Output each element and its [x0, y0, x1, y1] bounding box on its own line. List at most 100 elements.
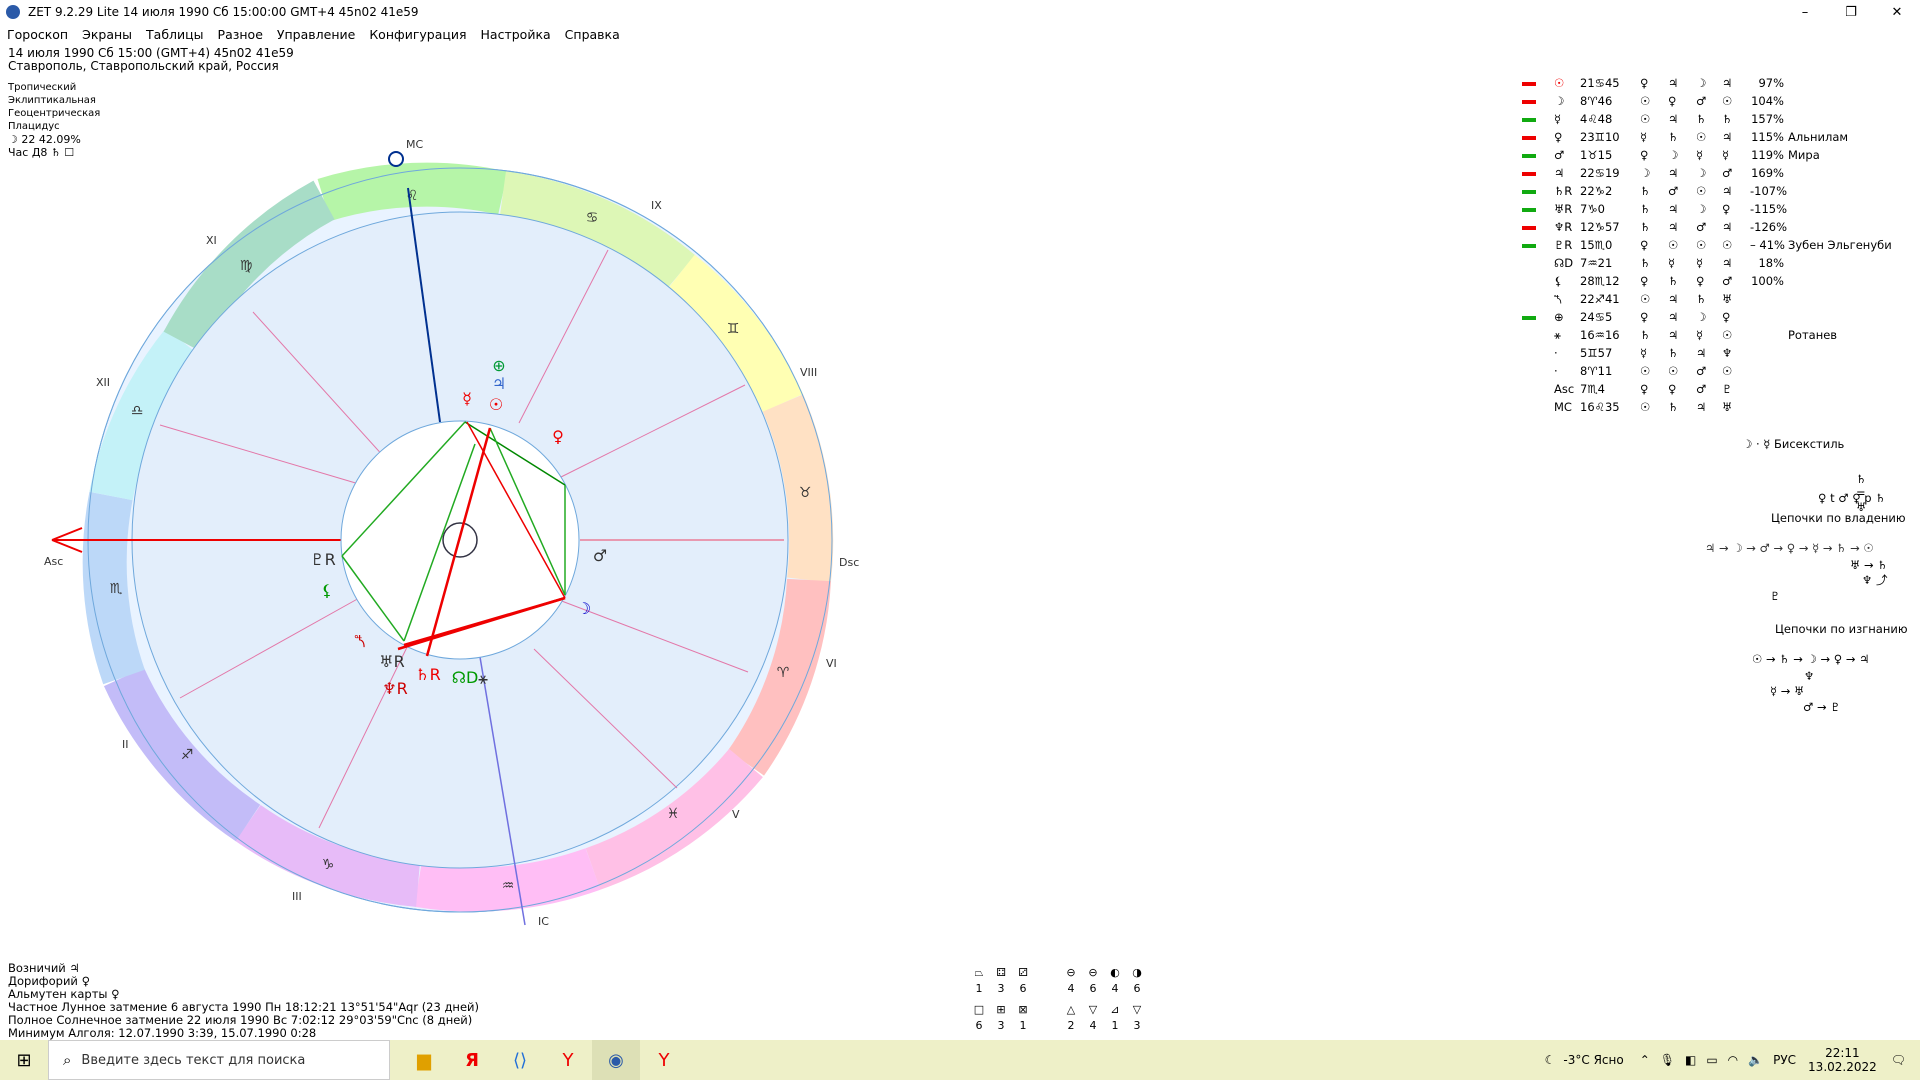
wifi-icon[interactable]: ◠: [1728, 1053, 1738, 1067]
planet-strength: 18%: [1758, 256, 1784, 270]
yandex-browser-2-icon[interactable]: Y: [640, 1040, 688, 1080]
planet-glyph: ⯲: [1554, 292, 1562, 306]
planet-glyph: ♆R: [1554, 220, 1573, 234]
chevron-up-icon[interactable]: ⌃: [1640, 1053, 1650, 1067]
ruler-2: ♀: [1668, 382, 1677, 396]
sign-libra: ♎: [131, 403, 144, 419]
ruler-1: ♄: [1640, 328, 1651, 342]
label-house-12: XII: [96, 376, 110, 389]
sign-capricorn: ♑: [322, 857, 335, 873]
strength-bar: [1522, 82, 1536, 86]
strength-bar: [1522, 316, 1536, 320]
planet-position: 5♊57: [1580, 346, 1613, 360]
yandex-browser-icon[interactable]: Y: [544, 1040, 592, 1080]
ruler-4: ☉: [1722, 364, 1733, 378]
yandex-icon[interactable]: Я: [448, 1040, 496, 1080]
pluto-glyph-icon: ♇R: [310, 550, 335, 569]
planet-strength: 157%: [1751, 112, 1784, 126]
ruler-4: ♀: [1722, 310, 1731, 324]
ruler-3: ♃: [1696, 346, 1707, 360]
strength-bar: [1522, 136, 1536, 140]
ruler-2: ♃: [1668, 76, 1679, 90]
ruler-2: ♃: [1668, 292, 1679, 306]
neptune-glyph-icon: ♆R: [382, 679, 407, 698]
ruler-1: ☉: [1640, 94, 1651, 108]
weather-icon: ☾: [1544, 1053, 1556, 1067]
ruler-3: ♄: [1696, 292, 1707, 306]
strength-bar: [1522, 190, 1536, 194]
search-placeholder: Введите здесь текст для поиска: [81, 1052, 306, 1068]
aspect-count: 3: [997, 982, 1005, 995]
label-mc: MC: [406, 138, 423, 151]
ruler-1: ☿: [1640, 130, 1648, 144]
label-house-3: III: [292, 890, 302, 903]
ruler-4: ♃: [1722, 256, 1733, 270]
planet-position: 22♋19: [1580, 166, 1620, 180]
aspect-symbol: ⏢: [974, 966, 984, 979]
aspect-symbol: ⊠: [1018, 1003, 1028, 1016]
vscode-icon[interactable]: ⟨⟩: [496, 1040, 544, 1080]
ruler-3: ☿: [1696, 328, 1704, 342]
natal-chart-wheel[interactable]: ♌ ♋ ♊ ♉ ♈ ♓ ♒ ♑ ♐ ♏ ♎ ♍ ⊕ ♃ ☿ ☉ ♀ ♂ ☽ ♇R…: [0, 0, 1920, 1080]
volume-icon[interactable]: 🔈: [1748, 1053, 1763, 1067]
planet-strength: -126%: [1750, 220, 1788, 234]
ruler-3: ♄: [1696, 112, 1707, 126]
planet-strength: 104%: [1751, 94, 1784, 108]
ruler-1: ♀: [1640, 238, 1649, 252]
clock-time: 22:11: [1825, 1046, 1860, 1060]
aspect-symbol: ◑: [1132, 966, 1142, 979]
planet-position: 16♒16: [1580, 328, 1620, 342]
part-of-fortune-icon: ⊕: [492, 356, 505, 375]
planet-strength: 97%: [1758, 76, 1784, 90]
clock[interactable]: 22:11 13.02.2022: [1808, 1046, 1877, 1074]
ruler-2: ☉: [1668, 238, 1679, 252]
ruler-1: ♀: [1640, 76, 1649, 90]
planet-glyph: ☊D: [1554, 256, 1574, 270]
ruler-3: ☽: [1696, 310, 1707, 324]
planet-position: 4♌48: [1580, 112, 1613, 126]
ruler-1: ☉: [1640, 292, 1651, 306]
aspect-symbol: □: [973, 1003, 985, 1016]
taskbar-search[interactable]: ⌕ Введите здесь текст для поиска: [48, 1040, 390, 1080]
battery-icon[interactable]: ▭: [1706, 1053, 1717, 1067]
ruler-1: ♀: [1640, 148, 1649, 162]
aspect-symbol: ⚃: [996, 966, 1006, 979]
planet-strength: 169%: [1751, 166, 1784, 180]
mic-icon[interactable]: 🎙: [1660, 1053, 1675, 1067]
chain-rule-1: ♃ → ☽ → ♂ → ♀ → ☿ → ♄ → ☉: [1705, 541, 1874, 555]
planet-position: 7♑0: [1580, 202, 1605, 216]
weather-text[interactable]: -3°C Ясно: [1563, 1053, 1623, 1067]
aspect-count: 3: [1133, 1019, 1141, 1032]
start-button[interactable]: ⊞: [0, 1040, 48, 1080]
planet-glyph: ⚸: [1554, 274, 1563, 288]
language-indicator[interactable]: РУС: [1773, 1053, 1796, 1067]
ruler-2: ♀: [1668, 94, 1677, 108]
taskbar: ⊞ ⌕ Введите здесь текст для поиска ▆ Я ⟨…: [0, 1040, 1920, 1080]
ruler-3: ♀: [1696, 274, 1705, 288]
ruler-3: ♂: [1696, 364, 1707, 378]
planet-position: 1♉15: [1580, 148, 1613, 162]
planet-position: 23♊10: [1580, 130, 1620, 144]
sign-aries: ♈: [777, 665, 790, 681]
planet-position: 16♌35: [1580, 400, 1620, 414]
ruler-3: ♃: [1696, 400, 1707, 414]
ruler-4: ☉: [1722, 238, 1733, 252]
chain-exile-3: ☿ → ♅: [1770, 684, 1805, 698]
ruler-1: ♄: [1640, 256, 1651, 270]
zet-app-icon[interactable]: ◉: [592, 1040, 640, 1080]
planet-position: 24♋5: [1580, 310, 1613, 324]
planet-position: 22♐41: [1580, 292, 1620, 306]
strength-bar: [1522, 154, 1536, 158]
notification-icon[interactable]: 🗨: [1891, 1053, 1906, 1067]
ruler-3: ☽: [1696, 76, 1707, 90]
network-icon[interactable]: ◧: [1685, 1053, 1696, 1067]
planet-glyph: ♃: [1554, 166, 1565, 180]
planet-strength: 115%: [1751, 130, 1784, 144]
search-icon: ⌕: [63, 1051, 72, 1069]
file-explorer-icon[interactable]: ▆: [400, 1040, 448, 1080]
ruler-4: ☉: [1722, 94, 1733, 108]
ruler-4: ♄: [1722, 112, 1733, 126]
strength-bar: [1522, 172, 1536, 176]
planet-glyph: ♂: [1554, 148, 1565, 162]
planet-position: 7♒21: [1580, 256, 1613, 270]
